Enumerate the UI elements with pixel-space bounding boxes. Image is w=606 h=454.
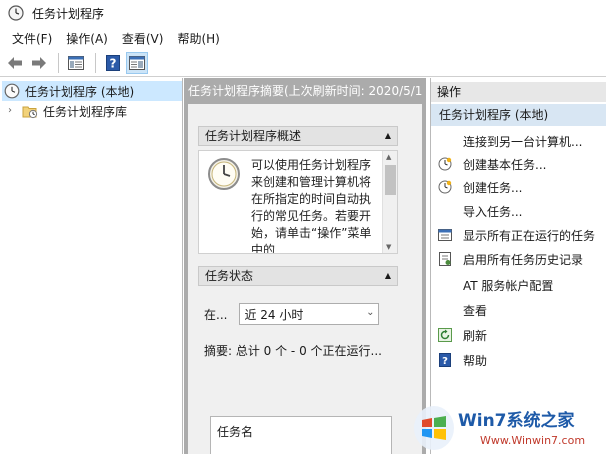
summary-pane: 任务计划程序摘要(上次刷新时间: 2020/5/1 任务计划程序概述 ▲ 可以使… — [184, 78, 426, 454]
action-refresh[interactable]: 刷新 — [431, 324, 606, 346]
action-label: 显示所有正在运行的任务 — [463, 228, 596, 243]
collapse-up-icon[interactable]: ▲ — [385, 127, 391, 145]
action-view[interactable]: 查看 — [431, 299, 606, 321]
show-hide-console-tree-button[interactable] — [65, 52, 87, 74]
folder-clock-icon — [22, 106, 38, 119]
watermark: Win7系统之家 Www.Winwin7.com — [412, 398, 606, 454]
action-import-task[interactable]: 导入任务... — [431, 200, 606, 222]
forward-button[interactable] — [28, 52, 50, 74]
back-button[interactable] — [4, 52, 26, 74]
overview-section-header[interactable]: 任务计划程序概述 ▲ — [198, 126, 398, 146]
action-pane-icon — [129, 56, 145, 70]
toolbar-separator — [95, 53, 96, 73]
watermark-url: Www.Winwin7.com — [480, 434, 585, 447]
menu-action[interactable]: 操作(A) — [60, 30, 114, 47]
action-label: 创建任务... — [463, 180, 523, 195]
clock-star-icon — [437, 179, 453, 195]
status-filter-label: 在... — [204, 307, 228, 322]
help-icon: ? — [437, 352, 453, 368]
svg-text:?: ? — [442, 356, 448, 367]
actions-header: 操作 — [431, 82, 606, 102]
action-label: 导入任务... — [463, 204, 523, 219]
blank-icon — [437, 302, 453, 318]
watermark-graphic: Win7系统之家 Www.Winwin7.com — [414, 406, 585, 450]
action-label: 启用所有任务历史记录 — [463, 252, 584, 267]
time-range-select[interactable]: 近 24 小时 ⌄ — [239, 303, 380, 325]
watermark-brand: Win7系统之家 — [458, 410, 575, 431]
title-bar: 任务计划程序 — [0, 0, 606, 26]
scroll-down-icon[interactable]: ▼ — [386, 243, 391, 251]
action-label: 帮助 — [463, 353, 488, 368]
time-range-value: 近 24 小时 — [244, 307, 304, 322]
action-create-basic-task[interactable]: 创建基本任务... — [431, 153, 606, 175]
tree-item-task-library[interactable]: › 任务计划程序库 — [8, 101, 127, 121]
arrow-left-icon — [8, 57, 22, 69]
toolbar-separator — [58, 53, 59, 73]
blank-icon — [437, 203, 453, 219]
action-enable-task-history[interactable]: 启用所有任务历史记录 — [431, 248, 606, 270]
console-tree: 任务计划程序 (本地) › 任务计划程序库 — [0, 78, 183, 454]
large-clock-icon — [208, 158, 240, 190]
tree-item-label: 任务计划程序库 — [43, 104, 128, 119]
action-display-running-tasks[interactable]: 显示所有正在运行的任务 — [431, 224, 606, 246]
chevron-down-icon: ⌄ — [366, 307, 375, 318]
clock-icon — [4, 83, 20, 99]
refresh-icon — [437, 327, 453, 343]
action-connect-computer[interactable]: 连接到另一台计算机... — [431, 130, 606, 152]
overview-section-title: 任务计划程序概述 — [205, 129, 302, 143]
summary-header: 任务计划程序摘要(上次刷新时间: 2020/5/1 — [188, 84, 423, 98]
show-hide-action-pane-button[interactable] — [126, 52, 148, 74]
overview-scrollbar[interactable]: ▲ ▼ — [382, 151, 397, 253]
scroll-up-icon[interactable]: ▲ — [386, 153, 391, 161]
status-summary: 摘要: 总计 0 个 - 0 个正在运行... — [204, 344, 382, 358]
action-label: 连接到另一台计算机... — [463, 134, 583, 149]
console-tree-icon — [68, 56, 84, 70]
overview-description: 可以使用任务计划程序来创建和管理计算机将在所指定的时间自动执行的常见任务。若要开… — [251, 158, 372, 254]
actions-subheader[interactable]: 任务计划程序 (本地) — [431, 104, 606, 126]
clock-star-icon — [437, 156, 453, 172]
blank-icon — [437, 277, 453, 293]
chevron-right-icon[interactable]: › — [8, 106, 18, 116]
blank-icon — [437, 133, 453, 149]
summary-content: 任务计划程序概述 ▲ 可以使用任务计划程序来创建和管理计算机将在所指定的时间自动… — [188, 104, 422, 454]
action-label: 查看 — [463, 303, 488, 318]
task-list[interactable]: 任务名 — [210, 416, 392, 454]
svg-text:?: ? — [110, 57, 117, 71]
running-tasks-icon — [437, 227, 453, 243]
menu-help[interactable]: 帮助(H) — [171, 30, 225, 47]
action-help[interactable]: ? 帮助 — [431, 349, 606, 371]
help-toolbar-button[interactable]: ? — [102, 52, 124, 74]
menu-view[interactable]: 查看(V) — [116, 30, 170, 47]
overview-box: 可以使用任务计划程序来创建和管理计算机将在所指定的时间自动执行的常见任务。若要开… — [198, 150, 398, 254]
history-icon — [437, 251, 453, 267]
tree-item-label: 任务计划程序 (本地) — [25, 84, 135, 99]
arrow-right-icon — [32, 57, 46, 69]
status-filter-row: 在... 近 24 小时 ⌄ — [204, 302, 394, 326]
collapse-up-icon[interactable]: ▲ — [385, 267, 391, 285]
status-section-header[interactable]: 任务状态 ▲ — [198, 266, 398, 286]
action-label: 刷新 — [463, 328, 488, 343]
action-label: 创建基本任务... — [463, 157, 547, 172]
task-name-column-header[interactable]: 任务名 — [217, 425, 253, 439]
task-scheduler-icon — [8, 5, 24, 21]
help-book-icon: ? — [106, 55, 120, 71]
window-title: 任务计划程序 — [32, 6, 105, 21]
status-box: 在... 近 24 小时 ⌄ 摘要: 总计 0 个 - 0 个正在运行... 任… — [198, 292, 398, 454]
menu-file[interactable]: 文件(F) — [6, 30, 58, 47]
menu-bar: 文件(F) 操作(A) 查看(V) 帮助(H) — [0, 28, 606, 48]
status-section-title: 任务状态 — [205, 269, 254, 283]
action-create-task[interactable]: 创建任务... — [431, 176, 606, 198]
action-at-service-account[interactable]: AT 服务帐户配置 — [431, 274, 606, 296]
tree-item-task-scheduler-local[interactable]: 任务计划程序 (本地) — [2, 81, 182, 101]
toolbar: ? — [0, 50, 606, 77]
action-label: AT 服务帐户配置 — [463, 278, 554, 293]
scrollbar-thumb[interactable] — [385, 165, 396, 195]
